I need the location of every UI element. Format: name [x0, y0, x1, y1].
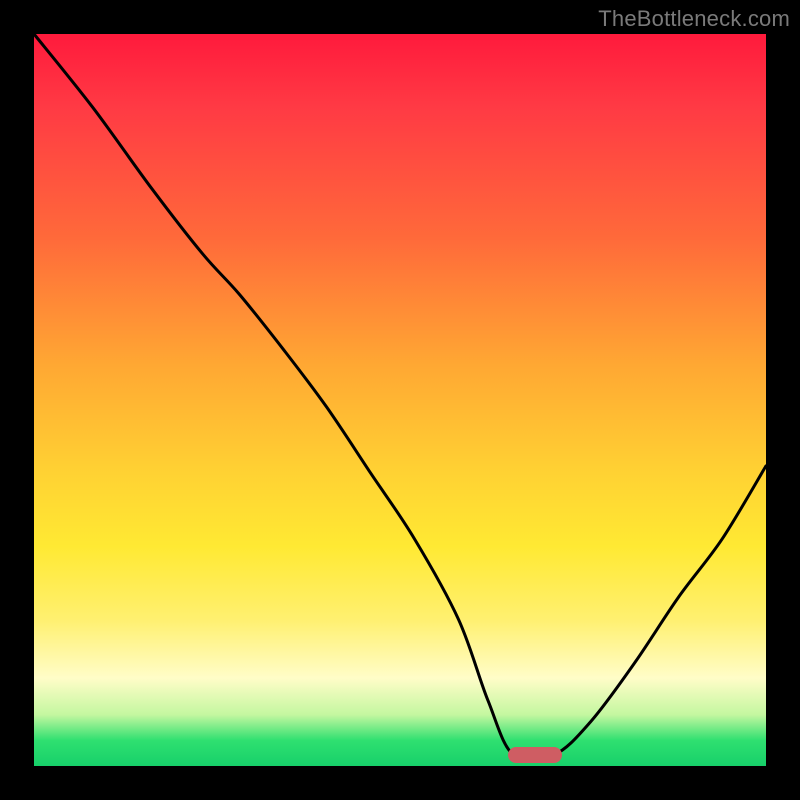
- curve-path: [34, 34, 766, 761]
- optimal-range-marker: [508, 747, 562, 763]
- chart-frame: TheBottleneck.com: [0, 0, 800, 800]
- watermark-text: TheBottleneck.com: [598, 6, 790, 32]
- bottleneck-curve: [34, 34, 766, 766]
- plot-area: [34, 34, 766, 766]
